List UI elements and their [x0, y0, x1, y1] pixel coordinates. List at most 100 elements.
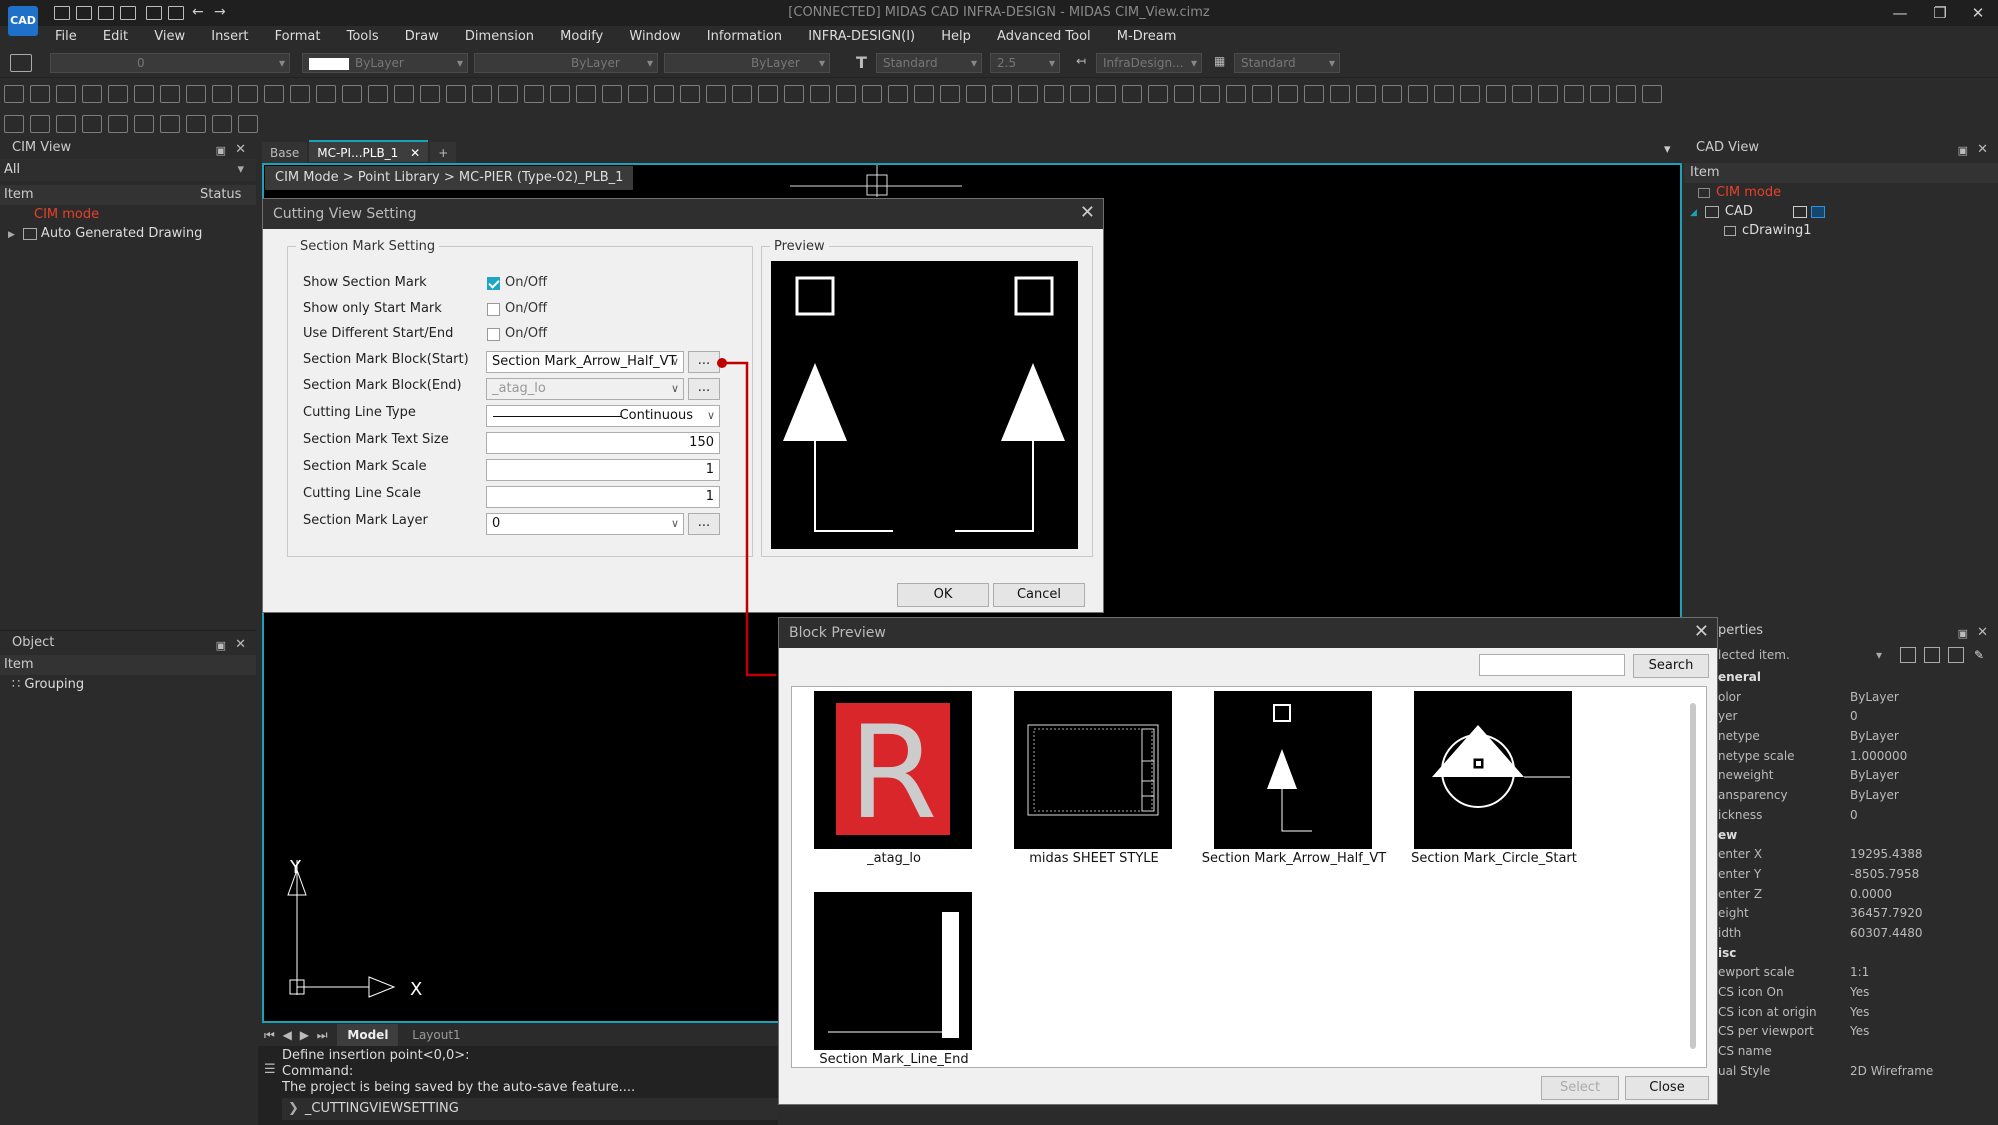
block-thumb-line-end[interactable]	[814, 892, 972, 1050]
tool-icon[interactable]	[472, 85, 492, 103]
tool-icon[interactable]	[186, 85, 206, 103]
tool-icon[interactable]	[1018, 85, 1038, 103]
modify-tool-icon[interactable]	[238, 115, 258, 133]
prev-layout-icon[interactable]: ◀	[283, 1028, 292, 1042]
property-row[interactable]: netype ByLayer	[1718, 727, 1998, 747]
tool-icon[interactable]	[1616, 85, 1636, 103]
select-button[interactable]: Select	[1541, 1076, 1619, 1100]
block-start-select[interactable]: Section Mark_Arrow_Half_VT	[486, 351, 684, 373]
cad-tree-cad[interactable]: ◢ CAD	[1684, 202, 1998, 221]
linetype-combo[interactable]: ByLayer	[474, 53, 658, 73]
tree-cim-mode[interactable]: CIM mode	[0, 205, 256, 224]
block-thumb-sheet-style[interactable]	[1014, 691, 1172, 849]
menu-draw[interactable]: Draw	[394, 26, 450, 48]
property-section[interactable]: isc	[1718, 944, 1998, 964]
menu-insert[interactable]: Insert	[200, 26, 259, 48]
pin-icon[interactable]: ▣	[1958, 140, 1968, 162]
block-end-select[interactable]: _atag_lo	[486, 378, 684, 400]
expand-arrow-icon[interactable]: ▶	[8, 230, 15, 240]
property-row[interactable]: CS name	[1718, 1042, 1998, 1062]
menu-file[interactable]: File	[44, 26, 88, 48]
tab-list-icon[interactable]: ▾	[1664, 142, 1671, 157]
tool-icon[interactable]	[1642, 85, 1662, 103]
tool-icon[interactable]	[966, 85, 986, 103]
property-row[interactable]: enter Y -8505.7958	[1718, 865, 1998, 885]
tool-icon[interactable]	[420, 85, 440, 103]
maximize-button[interactable]: ❐	[1920, 2, 1960, 24]
tool-icon[interactable]	[914, 85, 934, 103]
block-thumb-atag[interactable]: R	[814, 691, 972, 849]
tool-icon[interactable]	[56, 85, 76, 103]
property-section[interactable]: eneral	[1718, 668, 1998, 688]
property-row[interactable]: CS per viewport Yes	[1718, 1022, 1998, 1042]
tool-icon[interactable]	[1252, 85, 1272, 103]
block-thumb-arrow-half-vt[interactable]	[1214, 691, 1372, 849]
search-button[interactable]: Search	[1633, 654, 1709, 678]
tool-icon[interactable]	[550, 85, 570, 103]
tool-icon[interactable]	[1590, 85, 1610, 103]
tool-icon[interactable]	[888, 85, 908, 103]
property-row[interactable]: idth 60307.4480	[1718, 924, 1998, 944]
tool-icon[interactable]	[290, 85, 310, 103]
property-row[interactable]: enter X 19295.4388	[1718, 845, 1998, 865]
tool-icon[interactable]	[238, 85, 258, 103]
mark-scale-input[interactable]: 1	[486, 459, 720, 481]
layer-manager-icon[interactable]	[10, 54, 32, 72]
modify-tool-icon[interactable]	[82, 115, 102, 133]
color-combo[interactable]: ByLayer	[302, 53, 468, 73]
tool-icon[interactable]	[628, 85, 648, 103]
tool-icon[interactable]	[1538, 85, 1558, 103]
tool-icon[interactable]	[1408, 85, 1428, 103]
use-different-checkbox[interactable]	[487, 328, 500, 341]
show-only-start-checkbox[interactable]	[487, 303, 500, 316]
gallery-scrollbar[interactable]	[1690, 703, 1696, 1049]
modify-tool-icon[interactable]	[186, 115, 206, 133]
tool-icon[interactable]	[1564, 85, 1584, 103]
selection-combo[interactable]: lected item. ▾ ✎	[1718, 642, 1998, 668]
cim-filter-combo[interactable]: All ▾	[0, 159, 256, 181]
close-button[interactable]: Close	[1625, 1076, 1709, 1100]
tool-icon[interactable]	[654, 85, 674, 103]
dim-style-combo[interactable]: InfraDesign...	[1096, 53, 1202, 73]
tool-icon[interactable]	[1174, 85, 1194, 103]
ok-button[interactable]: OK	[897, 583, 989, 607]
brush-icon[interactable]: ✎	[1974, 642, 1984, 668]
command-menu-icon[interactable]: ☰	[264, 1062, 276, 1077]
tab-mc-pier[interactable]: MC-PI...PLB_1 ✕	[309, 140, 429, 162]
close-icon[interactable]: ✕	[1977, 139, 1988, 161]
menu-modify[interactable]: Modify	[549, 26, 614, 48]
save-icon[interactable]	[98, 6, 114, 20]
pin-icon[interactable]: ▣	[216, 634, 226, 658]
tool-icon[interactable]	[446, 85, 466, 103]
open-folder-icon[interactable]	[76, 6, 92, 20]
property-row[interactable]: enter Z 0.0000	[1718, 885, 1998, 905]
tool-icon[interactable]	[1278, 85, 1298, 103]
tool-icon[interactable]	[498, 85, 518, 103]
tool-icon[interactable]	[940, 85, 960, 103]
minimize-button[interactable]: —	[1880, 2, 1920, 24]
property-row[interactable]: yer 0	[1718, 707, 1998, 727]
model-icon[interactable]	[1810, 205, 1825, 218]
modify-tool-icon[interactable]	[212, 115, 232, 133]
modify-tool-icon[interactable]	[134, 115, 154, 133]
property-section[interactable]: ew	[1718, 826, 1998, 846]
tool-icon[interactable]	[680, 85, 700, 103]
menu-format[interactable]: Format	[264, 26, 332, 48]
tool-icon[interactable]	[82, 85, 102, 103]
property-row[interactable]: ansparency ByLayer	[1718, 786, 1998, 806]
collapse-arrow-icon[interactable]: ◢	[1690, 208, 1697, 218]
tool-icon[interactable]	[992, 85, 1012, 103]
tool-icon[interactable]	[1122, 85, 1142, 103]
tool-icon[interactable]	[108, 85, 128, 103]
next-layout-icon[interactable]: ▶	[300, 1028, 309, 1042]
modify-tool-icon[interactable]	[4, 115, 24, 133]
tool-icon[interactable]	[784, 85, 804, 103]
tool-icon[interactable]	[732, 85, 752, 103]
print-icon[interactable]	[146, 6, 162, 20]
tool-icon[interactable]	[1330, 85, 1350, 103]
line-scale-input[interactable]: 1	[486, 486, 720, 508]
cad-tree-cim-mode[interactable]: CIM mode	[1684, 183, 1998, 202]
last-layout-icon[interactable]: ⏭	[317, 1028, 328, 1042]
tool-icon[interactable]	[368, 85, 388, 103]
toggle-pickadd-icon[interactable]	[1924, 647, 1940, 663]
